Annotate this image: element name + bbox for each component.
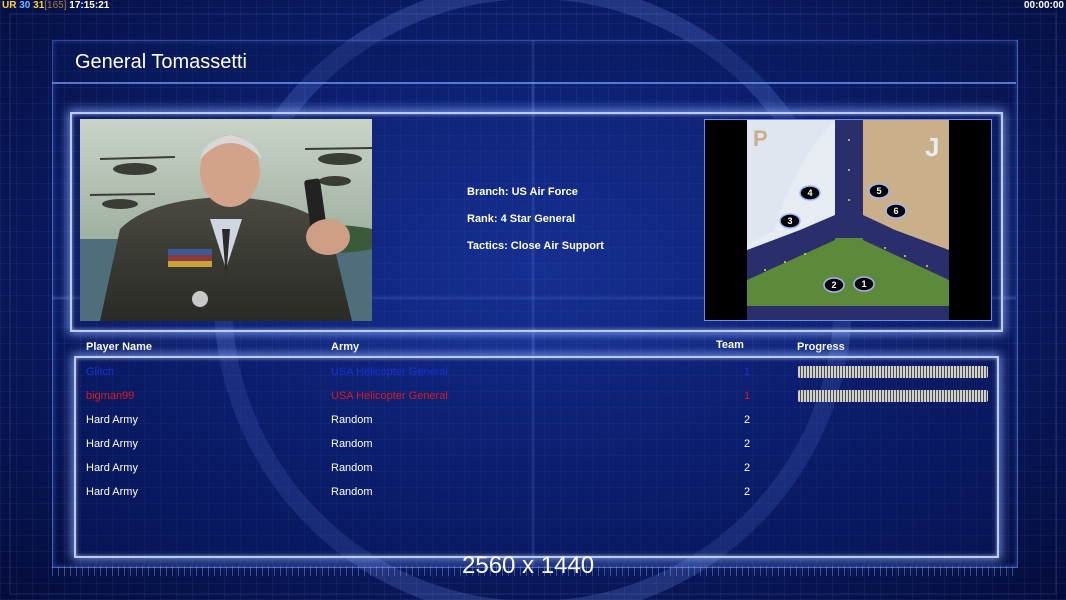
header-army: Army (331, 341, 360, 353)
player-army[interactable]: Random (331, 484, 373, 500)
player-name: Glitch (86, 366, 115, 378)
player-name: Hard Army (86, 462, 138, 474)
progress-bar (798, 366, 988, 378)
general-rank: Rank: 4 Star General (467, 213, 576, 225)
spawn-marker-2[interactable]: 2 (823, 277, 845, 293)
player-roster-panel (74, 356, 999, 558)
map-label-p: P (753, 126, 768, 151)
spawn-label-2: 2 (831, 280, 836, 290)
spawn-label-4: 4 (807, 188, 812, 198)
hud-bar: UR 30 31[165] 17:15:21 00:00:00 (0, 0, 1066, 12)
player-army[interactable]: USA Helicopter General (331, 364, 448, 380)
player-team[interactable]: 2 (744, 460, 750, 476)
hud-value-30: 30 (19, 0, 31, 11)
player-team[interactable]: 1 (744, 364, 750, 380)
bottom-ruler (52, 566, 1016, 576)
header-progress: Progress (797, 341, 845, 353)
player-row[interactable]: Hard Army Random 2 (0, 412, 1066, 428)
general-portrait (80, 119, 372, 321)
spawn-marker-1[interactable]: 1 (853, 276, 875, 292)
spawn-marker-5[interactable]: 5 (868, 183, 890, 199)
spawn-marker-4[interactable]: 4 (799, 185, 821, 201)
player-row[interactable]: Hard Army Random 2 (0, 484, 1066, 500)
player-name: Hard Army (86, 438, 138, 450)
player-name: Hard Army (86, 414, 138, 426)
map-label-j: J (925, 132, 939, 162)
header-team: Team (716, 339, 744, 351)
spawn-label-5: 5 (876, 186, 881, 196)
player-row[interactable]: Glitch USA Helicopter General 1 (0, 364, 1066, 380)
player-army[interactable]: Random (331, 436, 373, 452)
player-team[interactable]: 1 (744, 388, 750, 404)
player-row[interactable]: Hard Army Random 2 (0, 460, 1066, 476)
player-name: Hard Army (86, 486, 138, 498)
spawn-label-3: 3 (787, 216, 792, 226)
hud-timer: 00:00:00 (1023, 0, 1064, 11)
player-army[interactable]: Random (331, 412, 373, 428)
progress-fill (798, 390, 988, 402)
general-tactics: Tactics: Close Air Support (467, 240, 604, 252)
progress-bar (798, 390, 988, 402)
player-row[interactable]: bigman99 USA Helicopter General 1 (0, 388, 1066, 404)
player-army[interactable]: USA Helicopter General (331, 388, 448, 404)
header-player-name: Player Name (86, 341, 153, 353)
spawn-label-6: 6 (893, 206, 898, 216)
hud-value-31: 31 (33, 0, 45, 11)
spawn-label-1: 1 (861, 279, 866, 289)
map-preview[interactable]: P J 1 2 3 4 5 6 (704, 111, 992, 321)
player-name: bigman99 (86, 390, 135, 402)
hud-value-165: [165] (44, 0, 67, 11)
player-team[interactable]: 2 (744, 484, 750, 500)
general-title: General Tomassetti (75, 51, 247, 73)
player-team[interactable]: 2 (744, 436, 750, 452)
spawn-marker-3[interactable]: 3 (779, 213, 801, 229)
player-team[interactable]: 2 (744, 412, 750, 428)
hud-stats: UR 30 31[165] 17:15:21 (2, 0, 109, 12)
hud-clock: 17:15:21 (69, 0, 110, 11)
progress-fill (798, 366, 988, 378)
player-army[interactable]: Random (331, 460, 373, 476)
hud-ur: UR (2, 0, 17, 11)
general-branch: Branch: US Air Force (467, 186, 578, 198)
player-row[interactable]: Hard Army Random 2 (0, 436, 1066, 452)
spawn-marker-6[interactable]: 6 (885, 203, 907, 219)
